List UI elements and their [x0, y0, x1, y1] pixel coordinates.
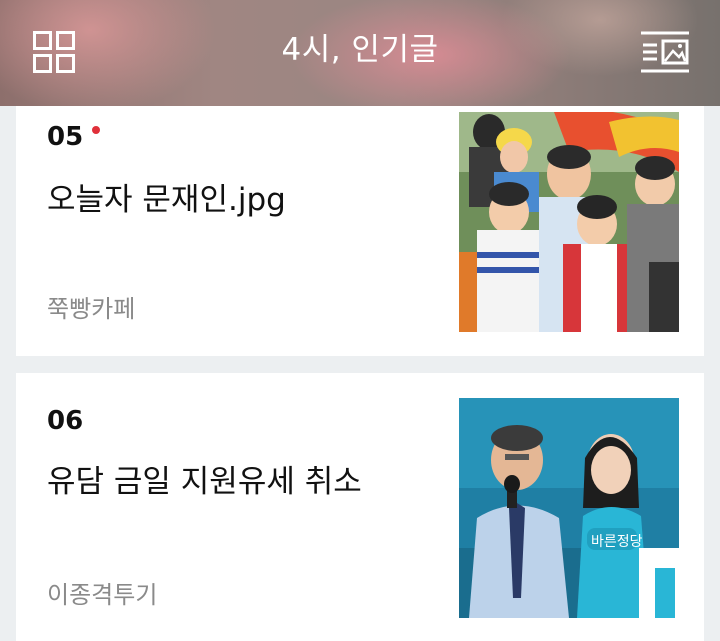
- post-card-06[interactable]: 06 유담 금일 지원유세 취소 이종격투기 바른정당: [16, 373, 704, 641]
- grid-icon[interactable]: [33, 31, 75, 73]
- new-badge-dot: [92, 126, 100, 134]
- post-card-05[interactable]: 05 오늘자 문재인.jpg 쭉빵카페: [16, 96, 704, 356]
- post-rank: 05: [47, 122, 84, 152]
- post-thumbnail[interactable]: 바른정당: [459, 398, 679, 618]
- campaign-photo-image: 바른정당: [459, 398, 679, 618]
- page-title: 4시, 인기글: [281, 32, 439, 68]
- svg-text:바른정당: 바른정당: [591, 534, 643, 550]
- post-rank: 06: [47, 406, 84, 436]
- post-thumbnail[interactable]: [459, 112, 679, 332]
- crowd-photo-image: [459, 112, 679, 332]
- post-source: 이종격투기: [47, 581, 158, 609]
- post-source: 쭉빵카페: [47, 295, 136, 323]
- list-image-icon[interactable]: [641, 31, 689, 73]
- app-header: 4시, 인기글: [0, 0, 720, 106]
- post-title[interactable]: 오늘자 문재인.jpg: [47, 174, 286, 219]
- post-title[interactable]: 유담 금일 지원유세 취소: [47, 456, 362, 501]
